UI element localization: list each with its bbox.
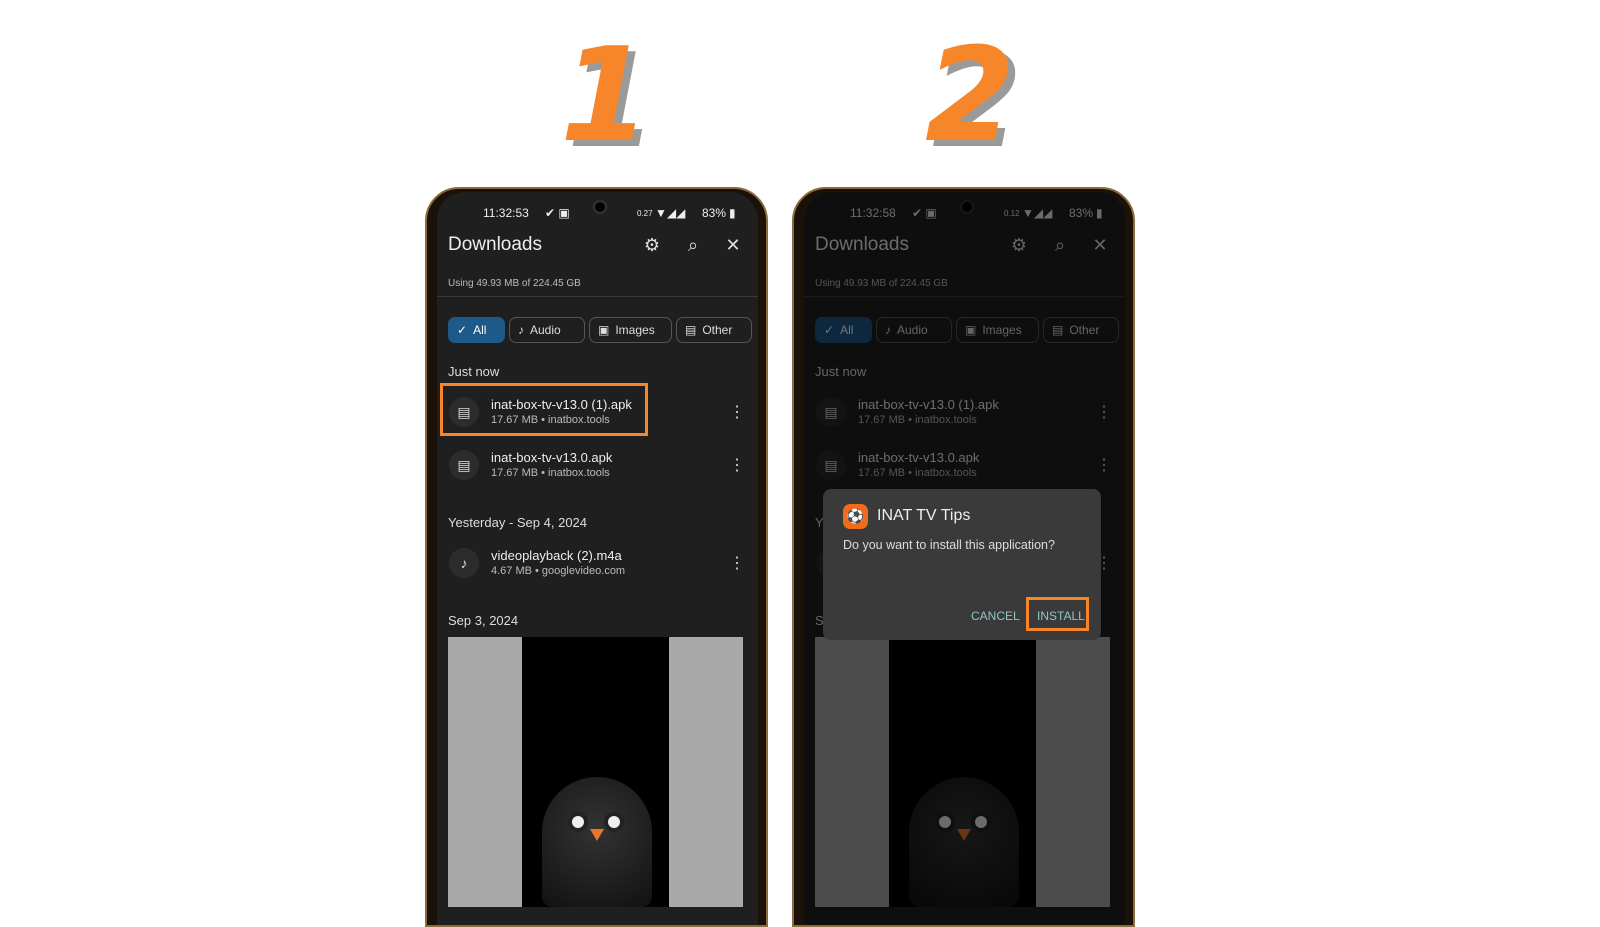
more-vert-icon[interactable]: ⋮ <box>729 455 745 475</box>
battery-level: 83% <box>702 206 727 220</box>
search-icon[interactable]: ⌕ <box>681 235 705 256</box>
section-yesterday: Yesterday - Sep 4, 2024 <box>448 515 588 530</box>
item-meta: 17.67 MB • inatbox.tools <box>491 467 610 479</box>
phone-step-1: 11:32:53 ✔ ▣ 0.27 ▼◢◢ 83% ▮ Downloads ⚙ … <box>425 187 768 927</box>
step-number-2: 2 <box>925 19 1016 171</box>
section-just-now: Just now <box>448 364 500 379</box>
music-note-icon: ♪ <box>449 548 479 578</box>
divider <box>437 296 758 297</box>
chip-label: Other <box>702 323 733 337</box>
page-title: Downloads <box>448 234 542 255</box>
file-icon: ▤ <box>449 450 479 480</box>
close-icon[interactable]: ✕ <box>721 235 745 256</box>
highlight-install-button <box>1026 597 1089 631</box>
image-thumbnail[interactable] <box>448 637 743 907</box>
gear-icon[interactable]: ⚙ <box>640 235 664 256</box>
chip-other[interactable]: ▤ Other <box>676 317 752 343</box>
item-name[interactable]: videoplayback (2).m4a <box>491 548 622 563</box>
downloads-screen: 11:32:58 ✔ ▣ 0.12 ▼◢◢ 83% ▮ Downloads ⚙ … <box>804 192 1125 925</box>
highlight-apk-item <box>440 383 648 436</box>
chip-label: Audio <box>530 323 561 337</box>
camera-cutout <box>593 200 607 214</box>
chip-label: Images <box>615 323 655 337</box>
item-name[interactable]: inat-box-tv-v13.0.apk <box>491 450 612 465</box>
more-vert-icon[interactable]: ⋮ <box>729 402 745 422</box>
music-note-icon: ♪ <box>518 323 524 337</box>
status-time: 11:32:53 <box>483 206 529 220</box>
downloads-screen: 11:32:53 ✔ ▣ 0.27 ▼◢◢ 83% ▮ Downloads ⚙ … <box>437 192 758 925</box>
status-notification-icons: ✔ ▣ <box>545 206 570 220</box>
image-icon: ▣ <box>598 323 610 337</box>
battery-icon: ▮ <box>729 206 736 220</box>
chip-audio[interactable]: ♪ Audio <box>509 317 585 343</box>
file-icon: ▤ <box>685 323 697 337</box>
dialog-title: INAT TV Tips <box>877 507 971 524</box>
section-sep-3: Sep 3, 2024 <box>448 613 519 628</box>
more-vert-icon[interactable]: ⋮ <box>729 553 745 573</box>
step-number-1: 1 <box>560 19 651 171</box>
check-icon: ✓ <box>457 323 468 337</box>
cancel-button[interactable]: CANCEL <box>971 609 1020 623</box>
net-speed: 0.27 <box>637 209 653 218</box>
dialog-message: Do you want to install this application? <box>843 538 1055 552</box>
signal-icons: ▼◢◢ <box>655 206 686 220</box>
item-meta: 4.67 MB • googlevideo.com <box>491 565 626 577</box>
phone-step-2: 11:32:58 ✔ ▣ 0.12 ▼◢◢ 83% ▮ Downloads ⚙ … <box>792 187 1135 927</box>
storage-usage: Using 49.93 MB of 224.45 GB <box>448 278 581 289</box>
chip-images[interactable]: ▣ Images <box>589 317 672 343</box>
app-icon: ⚽ <box>843 504 868 529</box>
bird-image <box>542 777 652 907</box>
chip-label: All <box>473 323 487 337</box>
chip-all[interactable]: ✓ All <box>448 317 505 343</box>
